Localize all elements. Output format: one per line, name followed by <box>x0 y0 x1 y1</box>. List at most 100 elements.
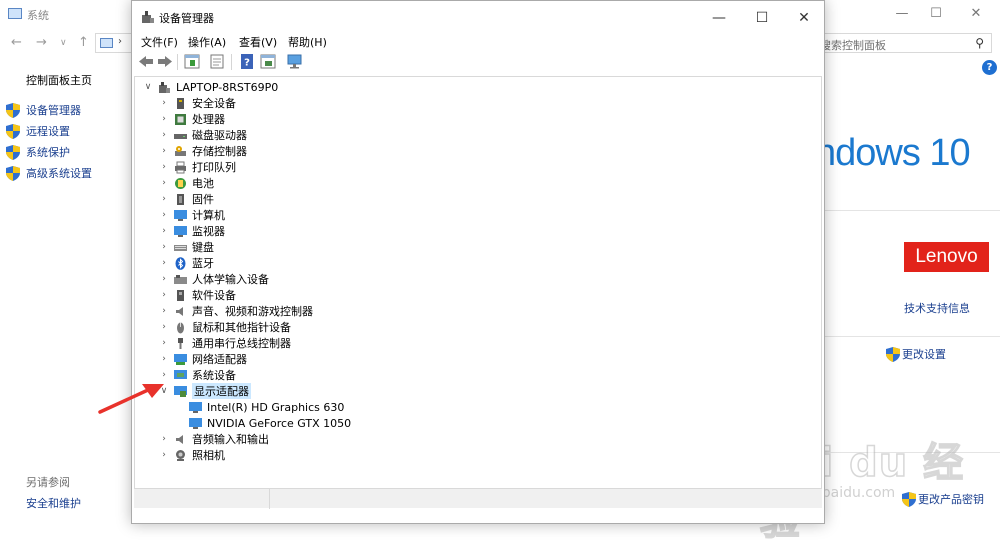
expand-chevron-icon[interactable]: › <box>159 194 169 204</box>
change-settings-link[interactable]: 更改设置 <box>886 346 946 362</box>
forward-arrow-icon[interactable]: → <box>36 35 47 50</box>
tree-category-security-devices[interactable]: › 安全设备 <box>159 95 236 111</box>
system-maximize-button[interactable]: ☐ <box>916 4 956 24</box>
collapse-chevron-icon[interactable]: ∨ <box>143 82 153 92</box>
tree-category-label: 声音、视频和游戏控制器 <box>192 305 313 318</box>
properties-icon[interactable] <box>208 53 226 70</box>
expand-chevron-icon[interactable]: › <box>159 210 169 220</box>
view-resources-icon[interactable] <box>259 53 277 70</box>
support-info-link[interactable]: 技术支持信息 <box>904 300 970 316</box>
menu-file[interactable]: 文件(F) <box>141 34 178 50</box>
tree-category-processors[interactable]: › 处理器 <box>159 111 225 127</box>
control-panel-search-input[interactable]: 搜索控制面板 ⚲ <box>818 33 992 53</box>
system-device-icon <box>174 369 187 379</box>
scan-hardware-icon[interactable] <box>286 53 304 70</box>
remote-settings-link[interactable]: 远程设置 <box>6 122 70 140</box>
tree-device-nvidia-gtx-1050[interactable]: NVIDIA GeForce GTX 1050 <box>189 415 351 431</box>
expand-chevron-icon[interactable]: › <box>159 130 169 140</box>
tree-category-mice[interactable]: › 鼠标和其他指针设备 <box>159 319 291 335</box>
device-manager-link[interactable]: 设备管理器 <box>6 101 81 119</box>
speaker-icon <box>176 306 183 316</box>
show-hide-console-tree-icon[interactable] <box>183 53 201 70</box>
forward-arrow-icon[interactable] <box>156 53 174 70</box>
expand-chevron-icon[interactable]: › <box>159 306 169 316</box>
expand-chevron-icon[interactable]: › <box>159 162 169 172</box>
expand-chevron-icon[interactable]: › <box>159 338 169 348</box>
expand-chevron-icon[interactable]: › <box>159 370 169 380</box>
tree-category-print-queues[interactable]: › 打印队列 <box>159 159 236 175</box>
tree-category-audio-io[interactable]: › 音频输入和输出 <box>159 431 269 447</box>
tree-category-usb-controllers[interactable]: › 通用串行总线控制器 <box>159 335 291 351</box>
expand-chevron-icon[interactable]: › <box>159 114 169 124</box>
security-and-maintenance-link[interactable]: 安全和维护 <box>26 495 81 511</box>
storage-controller-icon <box>175 145 186 156</box>
help-icon[interactable]: ? <box>982 60 997 75</box>
tree-device-intel-hd-630[interactable]: Intel(R) HD Graphics 630 <box>189 399 344 415</box>
computer-icon <box>100 38 113 48</box>
expand-chevron-icon[interactable]: › <box>159 146 169 156</box>
expand-chevron-icon[interactable]: › <box>159 354 169 364</box>
tree-category-firmware[interactable]: › 固件 <box>159 191 214 207</box>
expand-chevron-icon[interactable]: › <box>159 434 169 444</box>
system-protection-link[interactable]: 系统保护 <box>6 143 70 161</box>
help-book-icon[interactable]: ? <box>238 53 256 70</box>
expand-chevron-icon[interactable]: › <box>159 258 169 268</box>
expand-chevron-icon[interactable]: › <box>159 98 169 108</box>
advanced-system-settings-link[interactable]: 高级系统设置 <box>6 164 92 182</box>
device-manager-title: 设备管理器 <box>159 12 214 25</box>
system-left-pane: 控制面板主页 设备管理器 远程设置 系统保护 高级系统设置 另请参阅 安全和维护 <box>0 60 130 527</box>
disk-drive-icon <box>174 133 187 139</box>
tree-category-disk-drives[interactable]: › 磁盘驱动器 <box>159 127 247 143</box>
tree-category-sound-video-game[interactable]: › 声音、视频和游戏控制器 <box>159 303 313 319</box>
expand-chevron-icon[interactable]: › <box>159 274 169 284</box>
device-manager-titlebar[interactable]: 设备管理器 — ☐ ✕ <box>132 1 824 33</box>
tree-category-label: 键盘 <box>192 241 214 254</box>
tree-category-network-adapters[interactable]: › 网络适配器 <box>159 351 247 367</box>
display-adapter-icon <box>174 385 187 397</box>
change-product-key-label: 更改产品密钥 <box>918 493 984 506</box>
control-panel-home-link[interactable]: 控制面板主页 <box>26 72 92 88</box>
back-arrow-icon[interactable] <box>137 53 155 70</box>
tree-category-cameras[interactable]: › 照相机 <box>159 447 225 463</box>
usb-icon <box>178 337 183 349</box>
change-product-key-link[interactable]: 更改产品密钥 <box>902 491 984 507</box>
dm-minimize-button[interactable]: — <box>699 7 739 29</box>
expand-chevron-icon[interactable]: › <box>159 226 169 236</box>
tree-category-display-adapters[interactable]: ∨ 显示适配器 <box>159 383 251 399</box>
tree-category-system-devices[interactable]: › 系统设备 <box>159 367 236 383</box>
tree-category-monitors[interactable]: › 监视器 <box>159 223 225 239</box>
annotation-arrow-icon <box>98 384 164 414</box>
dm-maximize-button[interactable]: ☐ <box>742 7 782 29</box>
uac-shield-icon <box>886 346 900 362</box>
expand-chevron-icon[interactable]: › <box>159 178 169 188</box>
system-close-button[interactable]: ✕ <box>956 4 996 24</box>
tree-device-label: Intel(R) HD Graphics 630 <box>207 400 345 414</box>
menu-view[interactable]: 查看(V) <box>239 34 277 50</box>
search-icon[interactable]: ⚲ <box>975 36 984 50</box>
expand-chevron-icon[interactable]: › <box>159 242 169 252</box>
tree-root[interactable]: ∨ LAPTOP-8RST69P0 <box>143 79 279 95</box>
section-divider <box>824 210 1000 211</box>
remote-settings-link-label: 远程设置 <box>26 125 70 138</box>
dm-close-button[interactable]: ✕ <box>784 7 824 29</box>
tree-category-software-devices[interactable]: › 软件设备 <box>159 287 236 303</box>
tree-category-storage-controllers[interactable]: › 存储控制器 <box>159 143 247 159</box>
menu-action[interactable]: 操作(A) <box>188 34 226 50</box>
up-arrow-icon[interactable]: ↑ <box>78 35 89 50</box>
uac-shield-icon <box>6 102 20 118</box>
tree-category-batteries[interactable]: › 电池 <box>159 175 214 191</box>
tree-category-bluetooth[interactable]: › 蓝牙 <box>159 255 214 271</box>
back-arrow-icon[interactable]: ← <box>11 35 22 50</box>
device-manager-link-label: 设备管理器 <box>26 104 81 117</box>
address-bar[interactable]: › <box>95 33 135 53</box>
expand-chevron-icon[interactable]: › <box>159 290 169 300</box>
expand-chevron-icon[interactable]: › <box>159 322 169 332</box>
tree-category-computer[interactable]: › 计算机 <box>159 207 225 223</box>
monitor-icon <box>174 209 187 221</box>
tree-category-hid[interactable]: › 人体学输入设备 <box>159 271 269 287</box>
tree-category-label: 固件 <box>192 193 214 206</box>
tree-category-keyboards[interactable]: › 键盘 <box>159 239 214 255</box>
recent-locations-chevron-icon[interactable]: ∨ <box>60 38 67 48</box>
expand-chevron-icon[interactable]: › <box>159 450 169 460</box>
menu-help[interactable]: 帮助(H) <box>288 34 327 50</box>
